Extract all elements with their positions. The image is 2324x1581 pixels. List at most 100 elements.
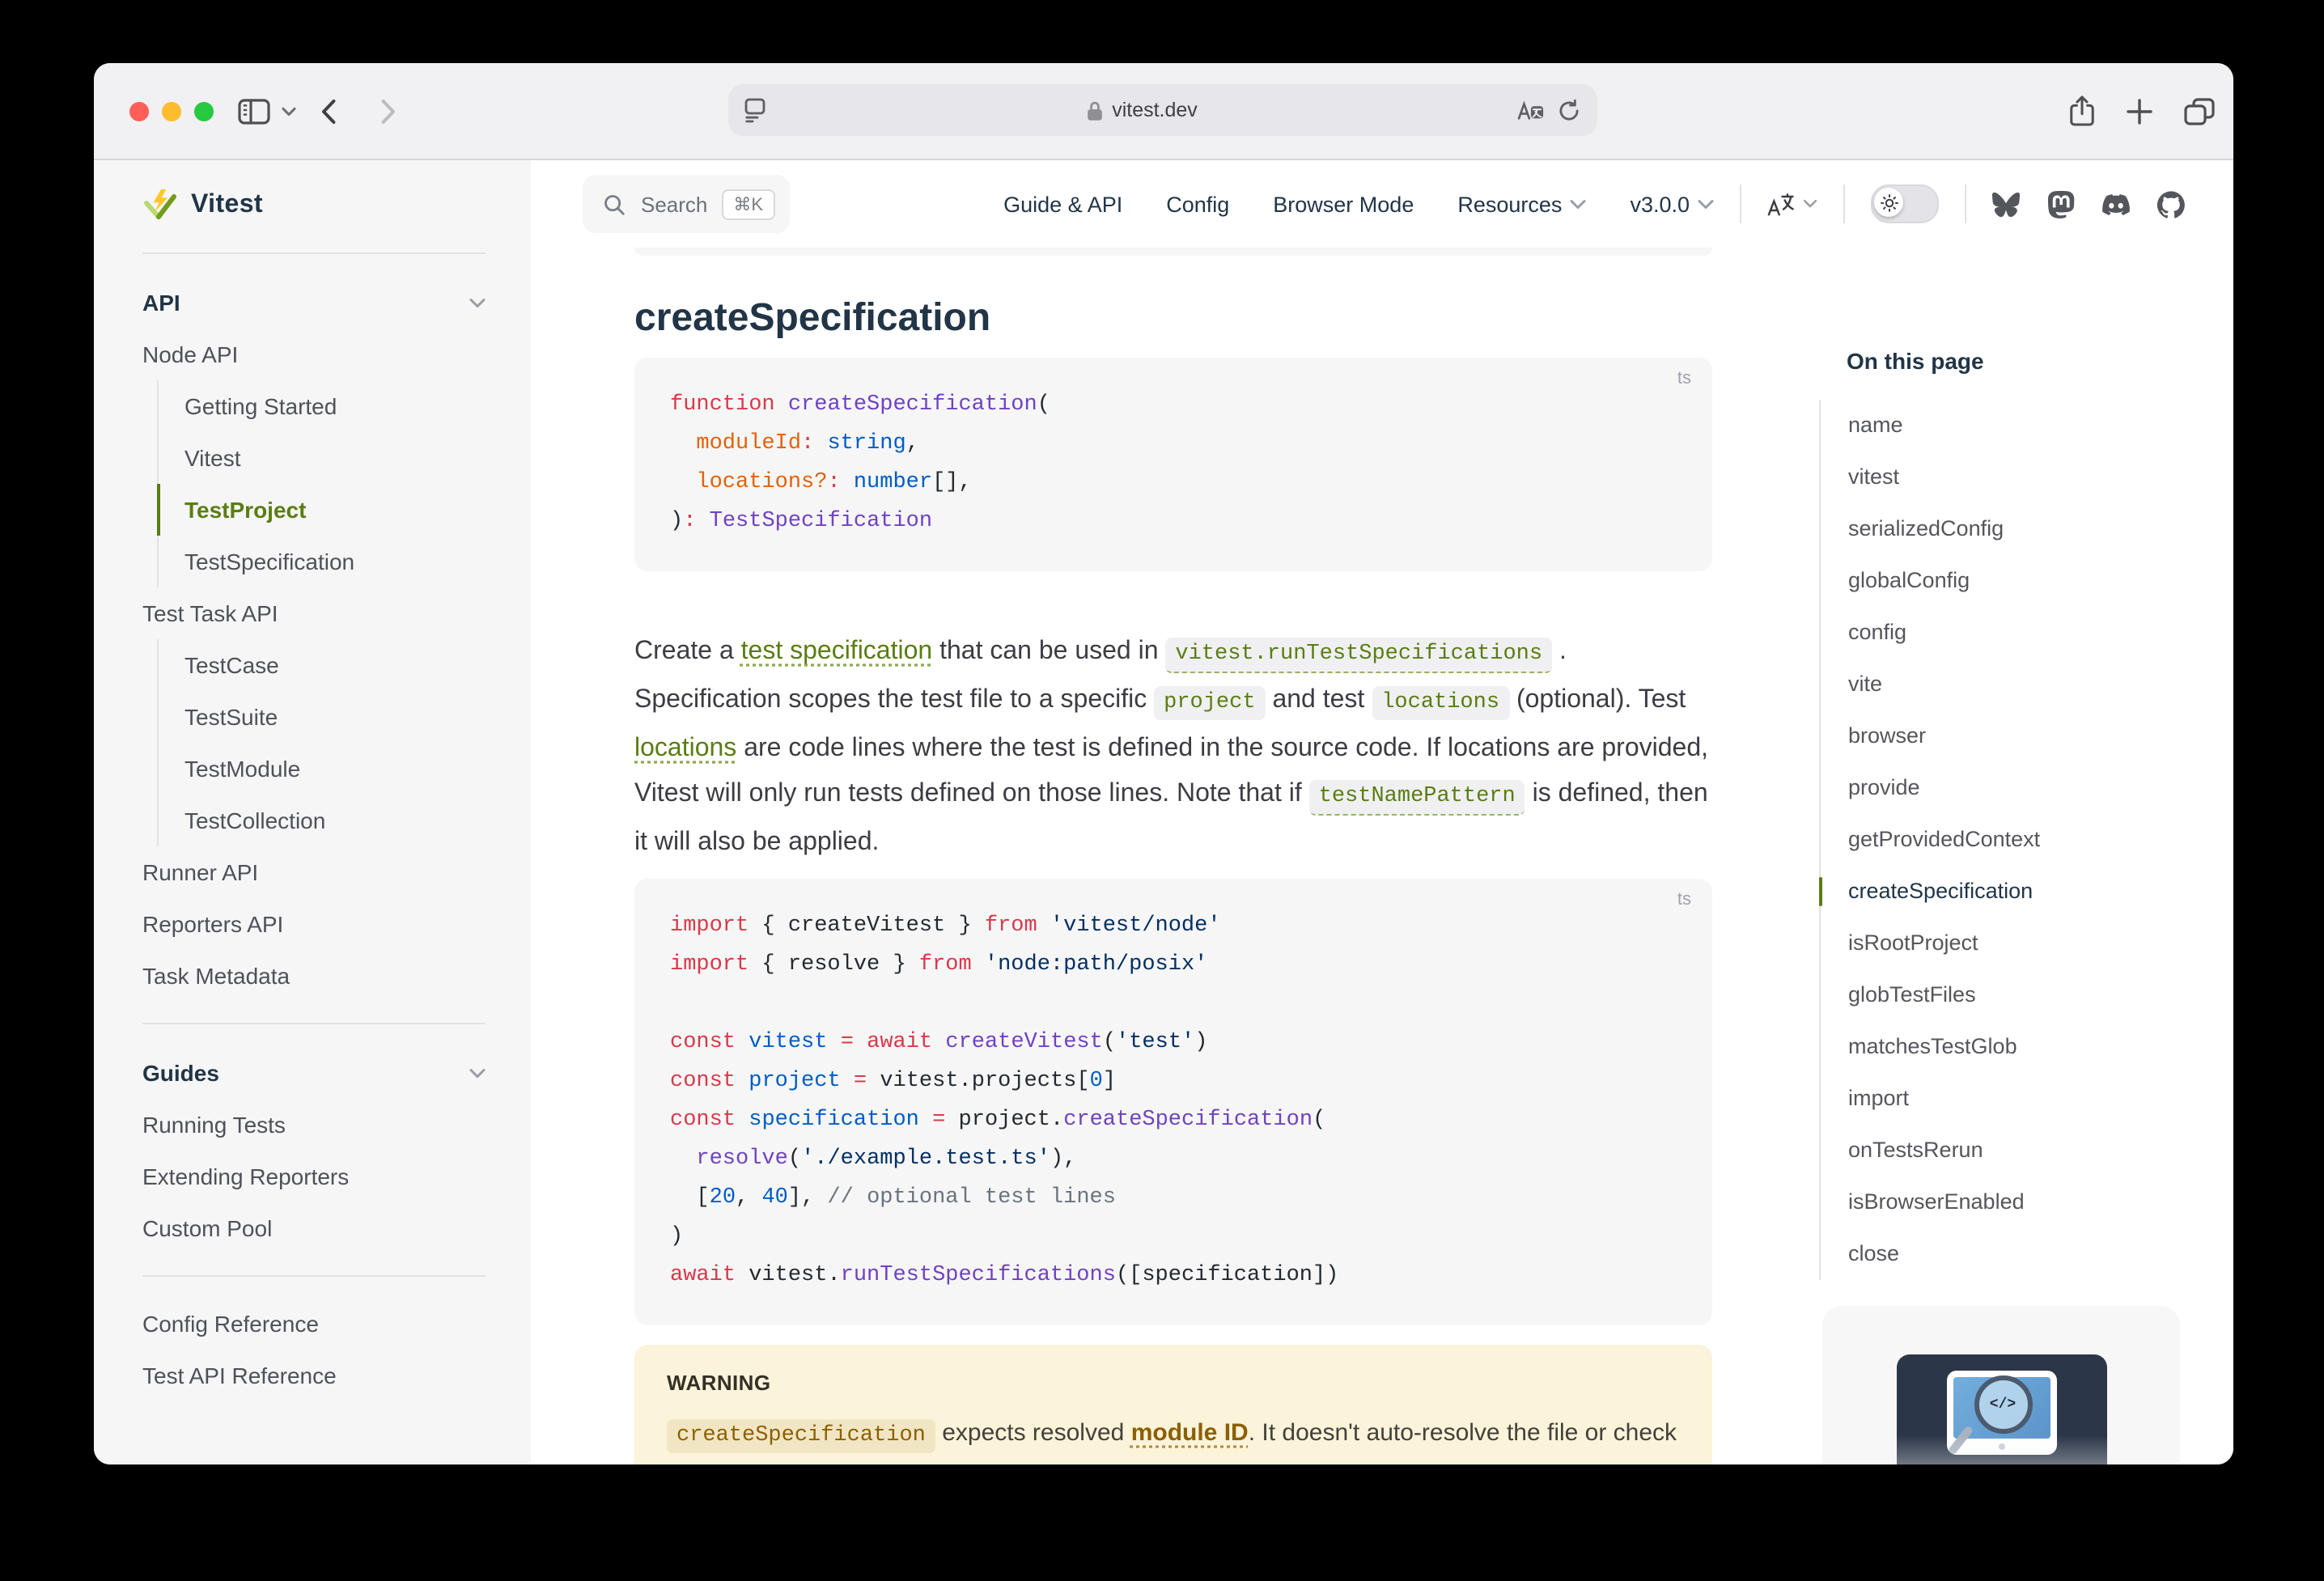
- sun-icon: [1874, 188, 1903, 217]
- nav-separator: [1965, 184, 1966, 223]
- code-line: import { createVitest } from 'vitest/nod…: [670, 908, 1677, 947]
- toc-item-close[interactable]: close: [1821, 1228, 2207, 1280]
- inline-link-test-specification[interactable]: test specification: [741, 638, 933, 665]
- vitest-logo[interactable]: Vitest: [142, 180, 486, 231]
- toc-item-isbrowserenabled[interactable]: isBrowserEnabled: [1821, 1176, 2207, 1228]
- warning-body: createSpecification expects resolved mod…: [667, 1411, 1680, 1464]
- chevron-down-icon: [469, 297, 486, 308]
- github-icon[interactable]: [2157, 190, 2185, 218]
- sidebar-item-running-tests[interactable]: Running Tests: [142, 1099, 486, 1151]
- reader-view-icon[interactable]: [728, 97, 767, 123]
- toc-item-browser[interactable]: browser: [1821, 710, 2207, 762]
- logo-text: Vitest: [191, 191, 263, 220]
- forward-button[interactable]: [374, 63, 403, 159]
- code-line: [20, 40], // optional test lines: [670, 1180, 1677, 1219]
- sidebar-item-runner-api[interactable]: Runner API: [142, 846, 486, 898]
- translate-page-icon[interactable]: [1516, 99, 1544, 121]
- toc-item-isrootproject[interactable]: isRootProject: [1821, 918, 2207, 969]
- nav-link-v3-0-0[interactable]: v3.0.0: [1630, 192, 1714, 216]
- toc-item-createspecification[interactable]: createSpecification: [1821, 866, 2207, 918]
- zoom-window-button[interactable]: [194, 102, 214, 121]
- tab-group-chevron-icon[interactable]: [277, 63, 299, 159]
- sidebar-item-testmodule[interactable]: TestModule: [157, 743, 486, 795]
- vitest-logo-icon: [142, 188, 178, 223]
- nav-link-browser-mode[interactable]: Browser Mode: [1273, 192, 1414, 216]
- tab-overview-icon[interactable]: [2182, 63, 2217, 159]
- sidebar-item-test-api-reference[interactable]: Test API Reference: [142, 1350, 486, 1401]
- sidebar-item-task-metadata[interactable]: Task Metadata: [142, 950, 486, 1002]
- sidebar-toggle-icon[interactable]: [233, 63, 275, 159]
- search-icon: [602, 192, 626, 216]
- close-window-button[interactable]: [129, 102, 149, 121]
- toc-item-provide[interactable]: provide: [1821, 762, 2207, 814]
- bluesky-icon[interactable]: [1992, 190, 2020, 218]
- main-area: Search ⌘K Guide & API Config Browser Mode R…: [531, 160, 2233, 1464]
- inline-code-link-testnamepattern[interactable]: testNamePattern: [1309, 780, 1525, 816]
- back-button[interactable]: [314, 63, 343, 159]
- nav-link-resources[interactable]: Resources: [1457, 192, 1586, 216]
- sidebar-section-header-api[interactable]: API: [142, 277, 486, 328]
- site-header: Search ⌘K Guide & API Config Browser Mode R…: [531, 160, 2233, 248]
- magnifier-code-icon: </>: [1974, 1375, 2032, 1434]
- sidebar-item-extending-reporters[interactable]: Extending Reporters: [142, 1151, 486, 1202]
- warning-title: WARNING: [667, 1371, 1680, 1395]
- theme-toggle[interactable]: [1871, 184, 1939, 223]
- toc-item-vite[interactable]: vite: [1821, 659, 2207, 710]
- discord-icon[interactable]: [2102, 190, 2130, 218]
- social-links: [1992, 190, 2185, 218]
- share-icon[interactable]: [2065, 63, 2097, 159]
- sidebar-section-label: API: [142, 290, 180, 316]
- sidebar-item-testsuite[interactable]: TestSuite: [157, 691, 486, 743]
- address-bar[interactable]: vitest.dev: [728, 84, 1597, 136]
- nav-link-config[interactable]: Config: [1166, 192, 1229, 216]
- reload-icon[interactable]: [1557, 98, 1581, 122]
- sidebar-item-reporters-api[interactable]: Reporters API: [142, 898, 486, 950]
- sidebar-divider: [142, 252, 486, 254]
- sidebar-item-testspecification[interactable]: TestSpecification: [157, 536, 486, 587]
- inline-link-locations[interactable]: locations: [634, 735, 736, 762]
- toc-item-serializedconfig[interactable]: serializedConfig: [1821, 503, 2207, 555]
- language-menu[interactable]: [1767, 192, 1817, 216]
- chevron-down-icon: [1570, 198, 1586, 210]
- sidebar-item-getting-started[interactable]: Getting Started: [157, 380, 486, 432]
- inline-code-link-vitest-runtestspecifications[interactable]: vitest.runTestSpecifications: [1165, 638, 1552, 673]
- sidebar-item-config-reference[interactable]: Config Reference: [142, 1298, 486, 1350]
- toc-item-config[interactable]: config: [1821, 607, 2207, 659]
- nav-separator: [1740, 184, 1741, 223]
- code-lang-badge: ts: [1677, 369, 1691, 388]
- toc-item-vitest[interactable]: vitest: [1821, 451, 2207, 503]
- toc-item-ontestsrerun[interactable]: onTestsRerun: [1821, 1125, 2207, 1176]
- chevron-down-icon: [1698, 198, 1714, 210]
- sponsor-card[interactable]: </>: [1822, 1306, 2180, 1464]
- sidebar-divider: [142, 1275, 486, 1277]
- code-line: locations?: number[],: [670, 464, 1677, 503]
- inline-code-createspecification: createSpecification: [667, 1419, 935, 1453]
- inline-link-module-id[interactable]: module ID: [1131, 1419, 1249, 1447]
- toc-item-globtestfiles[interactable]: globTestFiles: [1821, 969, 2207, 1021]
- nav-link-guide-api[interactable]: Guide & API: [1003, 192, 1122, 216]
- toc-item-getprovidedcontext[interactable]: getProvidedContext: [1821, 814, 2207, 866]
- sidebar-item-test-task-api[interactable]: Test Task API: [142, 587, 486, 639]
- description-paragraph: Create a test specification that can be …: [634, 629, 1712, 866]
- toc-item-matchestestglob[interactable]: matchesTestGlob: [1821, 1021, 2207, 1073]
- sidebar-item-custom-pool[interactable]: Custom Pool: [142, 1202, 486, 1254]
- search-kbd: ⌘K: [722, 189, 774, 219]
- code-line: const vitest = await createVitest('test'…: [670, 1024, 1677, 1063]
- sidebar-item-testproject[interactable]: TestProject: [157, 484, 486, 536]
- sidebar-section-label: Guides: [142, 1060, 219, 1086]
- toc-item-import[interactable]: import: [1821, 1073, 2207, 1125]
- minimize-window-button[interactable]: [162, 102, 181, 121]
- toc-item-globalconfig[interactable]: globalConfig: [1821, 555, 2207, 607]
- browser-window: vitest.dev: [94, 63, 2233, 1464]
- sidebar-item-vitest[interactable]: Vitest: [157, 432, 486, 484]
- chevron-down-icon: [1803, 199, 1817, 209]
- sidebar-section-header-guides[interactable]: Guides: [142, 1047, 486, 1099]
- toc-title: On this page: [1819, 345, 2207, 377]
- toc-item-name[interactable]: name: [1821, 400, 2207, 451]
- search-button[interactable]: Search ⌘K: [583, 175, 789, 233]
- mastodon-icon[interactable]: [2047, 190, 2075, 218]
- new-tab-icon[interactable]: [2123, 63, 2156, 159]
- sidebar-item-node-api[interactable]: Node API: [142, 328, 486, 380]
- sidebar-item-testcase[interactable]: TestCase: [157, 639, 486, 691]
- sidebar-item-testcollection[interactable]: TestCollection: [157, 795, 486, 846]
